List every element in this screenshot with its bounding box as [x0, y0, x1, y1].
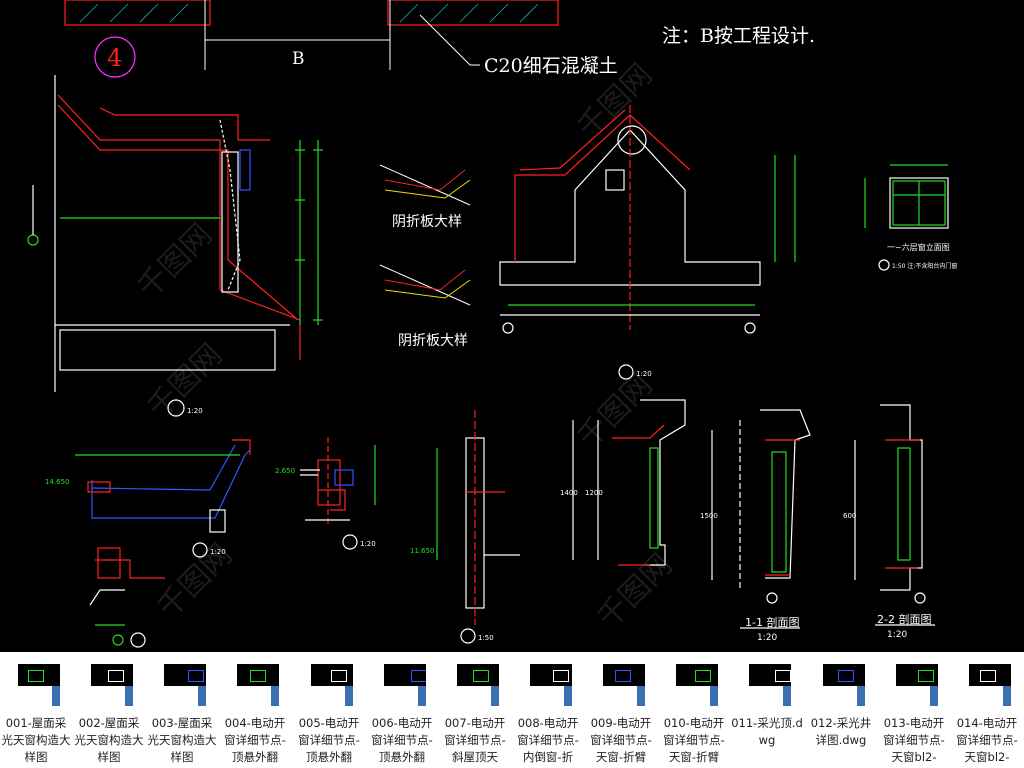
file-thumbnail[interactable]: 012-采光井详图.dwg [805, 652, 877, 768]
file-thumbnail[interactable]: 003-屋面采光天窗构造大样图 [146, 652, 218, 768]
dwg-file-icon [969, 664, 1011, 706]
watermark: 千图网 [591, 547, 679, 635]
dwg-file-icon [676, 664, 718, 706]
drawing-preview [969, 664, 1011, 686]
file-name-label: 006-电动开窗详细节点-顶悬外翻 [371, 716, 433, 764]
file-name-label: 009-电动开窗详细节点-天窗-折臂 [590, 716, 652, 764]
file-name-label: 004-电动开窗详细节点-顶悬外翻 [224, 716, 286, 764]
file-name-label: 008-电动开窗详细节点-内倒窗-折 [517, 716, 579, 764]
file-thumbnail[interactable]: 011-采光顶.dwg [731, 652, 803, 768]
file-name-label: 013-电动开窗详细节点-天窗bl2- [883, 716, 945, 764]
dwg-file-icon [237, 664, 279, 706]
detail-gable: 1:20 [499, 105, 796, 380]
file-thumbnail[interactable]: 013-电动开窗详细节点-天窗bl2- [878, 652, 950, 768]
top-detail: B 4 C20细石混凝土 注：B按工程设计. [64, 0, 815, 78]
section-1-scale: 1:20 [757, 633, 777, 643]
drawing-preview [18, 664, 60, 686]
dimension-label: 1500 [700, 512, 718, 520]
dwg-file-icon [164, 664, 206, 706]
dimension-label: 1200 [585, 489, 603, 497]
dimension-b-label: B [292, 49, 305, 69]
detail-flashing: 2.650 1:20 [275, 437, 376, 550]
file-name-label: 001-屋面采光天窗构造大样图 [1, 716, 71, 764]
detail-section-1-1: 1500 1-1 剖面图 1:20 [700, 409, 811, 643]
yin-fold-detail: 阴折板大样 阴折板大样 [379, 164, 471, 349]
file-name-label: 003-屋面采光天窗构造大样图 [147, 716, 217, 764]
drawing-preview [823, 664, 865, 686]
drawing-preview [384, 664, 426, 686]
scale-label: 1:20 [187, 407, 203, 415]
file-name-label: 014-电动开窗详细节点-天窗bl2- [956, 716, 1018, 764]
file-thumbnail[interactable]: 007-电动开窗详细节点-斜屋顶天 [439, 652, 511, 768]
drawing-preview [749, 664, 791, 686]
scale-label: 1:50 [478, 634, 494, 642]
file-name-label: 012-采光井详图.dwg [810, 716, 872, 747]
dwg-file-icon [603, 664, 645, 706]
dwg-file-icon [457, 664, 499, 706]
window-elevation: 一~六层窗立面图 1:50 注:不含阳台内门窗 [864, 164, 957, 271]
file-thumbnail[interactable]: 009-电动开窗详细节点-天窗-折臂 [585, 652, 657, 768]
dwg-file-icon [91, 664, 133, 706]
dwg-file-icon [823, 664, 865, 706]
dwg-file-icon [311, 664, 353, 706]
scale-label: 1:20 [210, 548, 226, 556]
scale-label: 1:20 [360, 540, 376, 548]
file-thumbnail[interactable]: 010-电动开窗详细节点-天窗-折臂 [658, 652, 730, 768]
detail-section-2-2: 600 2-2 剖面图 1:20 [843, 404, 935, 640]
drawing-preview [91, 664, 133, 686]
file-thumbnail[interactable]: 001-屋面采光天窗构造大样图 [0, 652, 72, 768]
watermark: 千图网 [151, 537, 239, 625]
watermark: 千图网 [141, 337, 229, 425]
elevation-mark: 2.650 [275, 467, 295, 475]
yin-fold-title-2: 阴折板大样 [398, 333, 468, 349]
dwg-file-icon [749, 664, 791, 706]
drawing-preview [311, 664, 353, 686]
file-name-label: 005-电动开窗详细节点-顶悬外翻 [298, 716, 360, 764]
detail-wall-section: 11.650 1:50 [410, 410, 520, 644]
dwg-file-icon [18, 664, 60, 706]
elevation-title: 一~六层窗立面图 [887, 242, 950, 252]
drawing-preview [237, 664, 279, 686]
drawing-preview [164, 664, 206, 686]
watermark: 千图网 [571, 367, 659, 455]
file-thumbnail[interactable]: 005-电动开窗详细节点-顶悬外翻 [293, 652, 365, 768]
elevation-mark: 11.650 [410, 547, 435, 555]
file-name-label: 002-屋面采光天窗构造大样图 [74, 716, 144, 764]
drawing-preview [896, 664, 938, 686]
dwg-file-icon [384, 664, 426, 706]
file-thumbnail-strip: 001-屋面采光天窗构造大样图 002-屋面采光天窗构造大样图 003-屋面采光天窗… [0, 652, 1024, 768]
section-2-scale: 1:20 [887, 630, 907, 640]
concrete-label: C20细石混凝土 [484, 55, 618, 77]
drawing-preview [457, 664, 499, 686]
file-name-label: 011-采光顶.dwg [731, 716, 803, 747]
design-note: 注：B按工程设计. [662, 25, 815, 47]
elevation-mark: 14.650 [45, 478, 70, 486]
file-thumbnail[interactable]: 004-电动开窗详细节点-顶悬外翻 [219, 652, 291, 768]
drawing-preview [530, 664, 572, 686]
section-2-title: 2-2 剖面图 [877, 612, 931, 626]
dimension-label: 600 [843, 512, 856, 520]
yin-fold-title-1: 阴折板大样 [392, 214, 462, 230]
dimension-label: 1400 [560, 489, 578, 497]
file-thumbnail[interactable]: 014-电动开窗详细节点-天窗bl2- [951, 652, 1023, 768]
elevation-note: 1:50 注:不含阳台内门窗 [892, 262, 957, 270]
scale-label: 1:20 [636, 370, 652, 378]
section-number: 4 [107, 44, 122, 72]
file-thumbnail[interactable]: 002-屋面采光天窗构造大样图 [73, 652, 145, 768]
cad-viewer: 千图网 千图网 千图网 千图网 千图网 千图网 B 4 C20细石混凝土 注：B… [0, 0, 1024, 768]
file-thumbnail[interactable]: 008-电动开窗详细节点-内倒窗-折 [512, 652, 584, 768]
dwg-file-icon [896, 664, 938, 706]
drawing-preview [603, 664, 645, 686]
drawing-preview [676, 664, 718, 686]
file-thumbnail[interactable]: 006-电动开窗详细节点-顶悬外翻 [366, 652, 438, 768]
section-1-title: 1-1 剖面图 [745, 615, 799, 629]
file-name-label: 010-电动开窗详细节点-天窗-折臂 [663, 716, 725, 764]
file-name-label: 007-电动开窗详细节点-斜屋顶天 [444, 716, 506, 764]
dwg-file-icon [530, 664, 572, 706]
drawing-canvas[interactable]: 千图网 千图网 千图网 千图网 千图网 千图网 B 4 C20细石混凝土 注：B… [0, 0, 1024, 652]
watermark: 千图网 [131, 217, 219, 305]
